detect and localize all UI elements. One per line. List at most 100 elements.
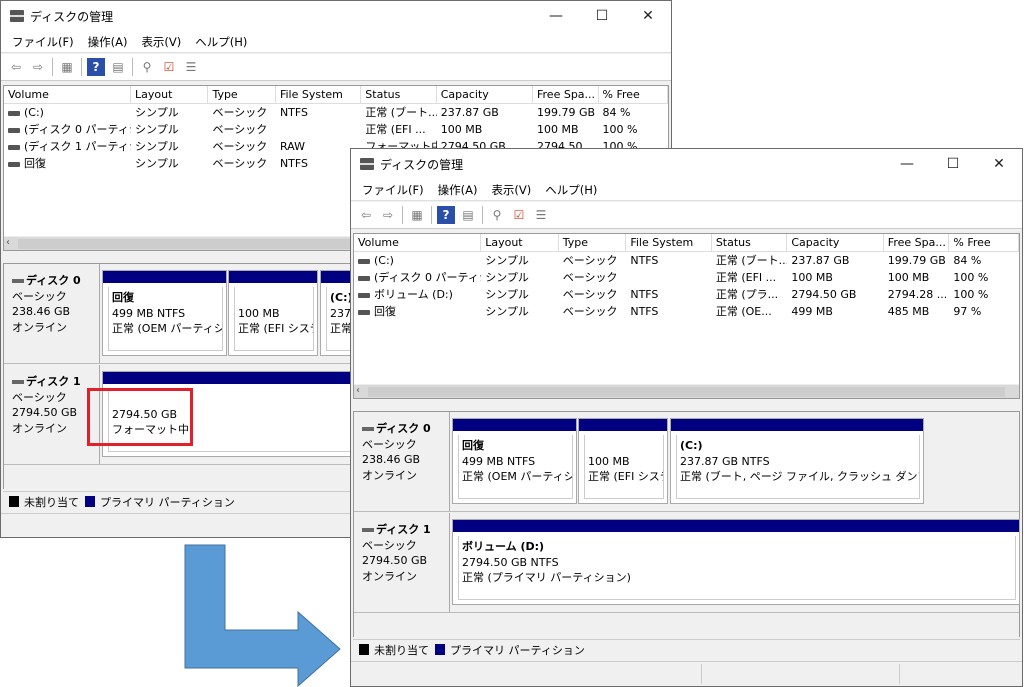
volume-list: Volume Layout Type File System Status Capacit… [353,233,1020,399]
column-header[interactable]: % Free [599,86,668,103]
table-row[interactable]: (ディスク 0 パーティシ... シンプル ベーシック 正常 (EFI ... 100 … [354,269,1019,286]
column-header[interactable]: Status [712,234,788,251]
column-header[interactable]: Volume [354,234,482,251]
column-header[interactable]: Type [559,234,627,251]
back-arrow-icon[interactable]: ⇦ [7,58,25,76]
help-icon[interactable]: ? [437,206,455,224]
console-tree-icon[interactable]: ▦ [58,58,76,76]
disk-size: 238.46 GB [362,453,421,466]
column-header[interactable]: Volume [4,86,132,103]
table-row[interactable]: (C:) シンプル ベーシック NTFS 正常 (ブート... 237.87 GB 199.… [354,252,1019,269]
menu-item-2[interactable]: 表示(V) [134,34,188,50]
column-header[interactable]: Layout [481,234,559,251]
forward-arrow-icon[interactable]: ⇨ [29,58,47,76]
action-pane-icon[interactable]: ▤ [109,58,127,76]
menu-item-3[interactable]: ヘルプ(H) [188,34,254,50]
minimize-button[interactable]: — [533,1,579,31]
forward-arrow-icon[interactable]: ⇨ [379,206,397,224]
column-header[interactable]: Type [208,86,276,103]
partition[interactable]: ボリューム (D:) 2794.50 GB NTFS 正常 (プライマリ パーティシ… [452,519,1020,605]
partition[interactable]: (C:) 237.87 GB NTFS 正常 (ブート, ページ ファイル, クラッ… [670,418,924,504]
partition[interactable]: 回復 499 MB NTFS 正常 (OEM パーティショ [102,270,227,356]
window-controls: — ☐ ✕ [533,1,671,31]
cell-text: ベーシック [212,106,268,119]
menu-item-0[interactable]: ファイル(F) [5,34,81,50]
column-header[interactable]: Capacity [787,234,884,251]
properties-icon[interactable]: ☰ [532,206,550,224]
maximize-button[interactable]: ☐ [579,1,625,31]
column-header[interactable]: Free Spa... [884,234,950,251]
close-button[interactable]: ✕ [625,1,671,31]
back-arrow-icon[interactable]: ⇦ [357,206,375,224]
cell-text: 199.79 GB [537,106,596,119]
cell-text: RAW [279,140,305,153]
check-icon[interactable]: ☑ [510,206,528,224]
scrollbar-thumb[interactable] [368,387,1005,397]
cell-text: シンプル [135,106,179,119]
scroll-left-icon[interactable]: ‹ [6,237,10,248]
volume-icon [8,110,20,116]
column-header[interactable]: File System [626,234,712,251]
menu-item-1[interactable]: 操作(A) [81,34,135,50]
column-header[interactable]: Status [361,86,437,103]
status-separator [899,664,900,684]
column-header[interactable]: Capacity [437,86,533,103]
cell-text: シンプル [485,305,529,318]
column-header[interactable]: Free Spa... [533,86,599,103]
partition-size: 2794.50 GB NTFS [462,555,559,569]
menu-item-3[interactable]: ヘルプ(H) [538,182,604,198]
partition[interactable]: 回復 499 MB NTFS 正常 (OEM パーティショ [452,418,577,504]
table-row[interactable]: ボリューム (D:) シンプル ベーシック NTFS 正常 (プラ... 2794.50 … [354,286,1019,303]
partition-details: (C:) 237.87 GB NTFS 正常 (ブート, ページ ファイル, クラッ… [676,435,920,499]
volume-icon [358,309,370,315]
table-cell: NTFS [276,155,361,172]
menu-item-0[interactable]: ファイル(F) [355,182,431,198]
menu-item-2[interactable]: 表示(V) [484,182,538,198]
connect-disk-icon[interactable]: ⚲ [488,206,506,224]
disk-label[interactable]: ディスク 1 ベーシック 2794.50 GB オンライン [4,365,100,464]
table-cell: 正常 (EFI ... [712,269,788,286]
disk-label[interactable]: ディスク 1 ベーシック 2794.50 GB オンライン [354,513,450,612]
check-icon[interactable]: ☑ [160,58,178,76]
disk-icon [362,427,374,431]
column-header[interactable]: File System [276,86,362,103]
column-header[interactable]: Layout [131,86,209,103]
table-row[interactable]: (C:) シンプル ベーシック NTFS 正常 (ブート... 237.87 GB 199.… [4,104,668,121]
connect-disk-icon[interactable]: ⚲ [138,58,156,76]
disk-label[interactable]: ディスク 0 ベーシック 238.46 GB オンライン [4,264,100,363]
close-button[interactable]: ✕ [976,149,1022,179]
cell-text: シンプル [485,288,529,301]
partition[interactable]: 100 MB 正常 (EFI システ [228,270,318,356]
minimize-button[interactable]: — [884,149,930,179]
partition-name [588,438,663,454]
table-row[interactable]: (ディスク 0 パーティシ... シンプル ベーシック 正常 (EFI ... 100 … [4,121,668,138]
partition-type-bar [453,419,576,431]
toolbar: ⇦ ⇨ ▦? ▤ ⚲ ☑ ☰ [351,202,1022,229]
cell-text: (C:) [24,106,44,119]
horizontal-scrollbar[interactable]: ‹ [354,384,1019,398]
disk-row: ディスク 0 ベーシック 238.46 GB オンライン 回復 499 MB NTFS 正常… [354,412,1019,512]
maximize-button[interactable]: ☐ [930,149,976,179]
table-cell: 199.79 GB [884,252,950,269]
cell-text: 199.79 GB [887,254,946,267]
scroll-left-icon[interactable]: ‹ [356,385,360,396]
cell-text: 2794.28 ... [887,288,948,301]
partition-details: 100 MB 正常 (EFI システ [234,287,314,351]
console-tree-icon[interactable]: ▦ [408,206,426,224]
table-cell: ベーシック [559,252,627,269]
cell-text: NTFS [279,106,309,119]
toolbar: ⇦ ⇨ ▦? ▤ ⚲ ☑ ☰ [1,54,671,81]
table-cell: 237.87 GB [437,104,533,121]
column-header[interactable]: % Free [949,234,1019,251]
table-row[interactable]: 回復 シンプル ベーシック NTFS 正常 (OE... 499 MB 485 MB 97 % [354,303,1019,320]
partition[interactable]: 100 MB 正常 (EFI システ [578,418,668,504]
help-icon[interactable]: ? [87,58,105,76]
toolbar-separator [132,58,133,76]
disk-label[interactable]: ディスク 0 ベーシック 238.46 GB オンライン [354,412,450,511]
table-cell: シンプル [131,121,208,138]
cell-text: (ディスク 0 パーティシ... [374,271,481,284]
cell-text: シンプル [135,140,179,153]
action-pane-icon[interactable]: ▤ [459,206,477,224]
properties-icon[interactable]: ☰ [182,58,200,76]
menu-item-1[interactable]: 操作(A) [431,182,485,198]
